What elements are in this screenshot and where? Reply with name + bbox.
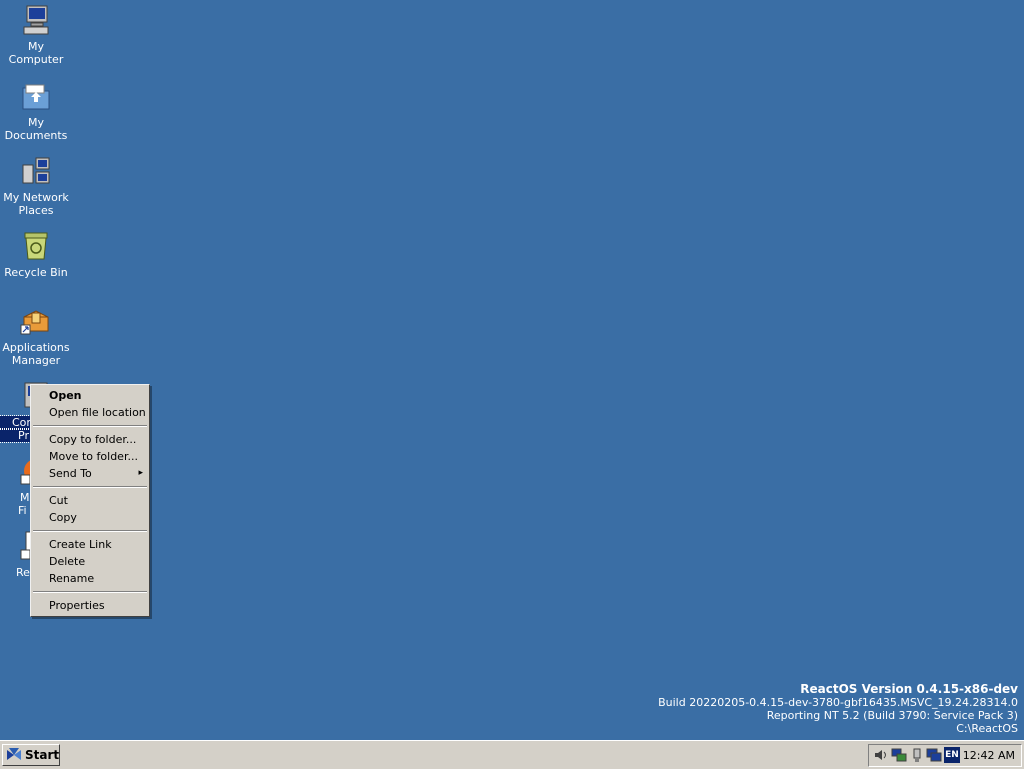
desktop-icon-my-network-places[interactable]: My Network Places — [0, 155, 72, 217]
documents-icon — [22, 84, 50, 110]
clock[interactable]: 12:42 AM — [963, 745, 1015, 766]
start-button[interactable]: Start — [2, 744, 60, 766]
desktop-icon-applications-manager[interactable]: Applications Manager — [0, 305, 72, 367]
computer-icon — [23, 5, 49, 35]
desktop-icon-label: Recycle Bin — [4, 266, 68, 279]
reactos-logo-icon — [7, 748, 21, 760]
desktop[interactable]: My Computer My Documents My Network Plac… — [0, 0, 1024, 740]
start-label: Start — [25, 748, 60, 762]
desktop-icon-my-computer[interactable]: My Computer — [0, 4, 72, 66]
volume-icon[interactable] — [873, 747, 889, 763]
desktop-icon-label: Places — [18, 204, 54, 217]
menu-item-move-to-folder[interactable]: Move to folder... — [31, 448, 149, 465]
menu-item-cut[interactable]: Cut — [31, 492, 149, 509]
menu-item-open-file-location[interactable]: Open file location — [31, 404, 149, 421]
menu-item-create-link[interactable]: Create Link — [31, 536, 149, 553]
network-tray-icon[interactable] — [891, 747, 907, 763]
desktop-icon-label: My — [27, 40, 44, 53]
menu-separator — [33, 425, 147, 427]
usb-icon[interactable] — [909, 747, 925, 763]
menu-item-label: Send To — [49, 467, 92, 480]
menu-item-open[interactable]: Open — [31, 387, 149, 404]
version-title: ReactOS Version 0.4.15-x86-dev — [800, 682, 1018, 696]
menu-separator — [33, 591, 147, 593]
menu-item-copy-to-folder[interactable]: Copy to folder... — [31, 431, 149, 448]
desktop-icon-recycle-bin[interactable]: Recycle Bin — [0, 230, 72, 279]
network-icon — [22, 157, 50, 184]
menu-item-send-to[interactable]: Send To ▸ — [31, 465, 149, 482]
desktop-icon-label: Manager — [11, 354, 61, 367]
menu-separator — [33, 530, 147, 532]
desktop-icon-my-documents[interactable]: My Documents — [0, 80, 72, 142]
desktop-icon-label: My — [27, 116, 44, 129]
menu-item-delete[interactable]: Delete — [31, 553, 149, 570]
desktop-icon-label: My Network — [3, 191, 69, 204]
menu-item-copy[interactable]: Copy — [31, 509, 149, 526]
submenu-arrow-icon: ▸ — [138, 468, 143, 478]
package-icon — [20, 310, 49, 335]
desktop-icon-label: Applications — [2, 341, 70, 354]
system-tray: EN 12:42 AM — [868, 744, 1022, 767]
recycle-bin-icon — [24, 232, 48, 260]
version-reporting: Reporting NT 5.2 (Build 3790: Service Pa… — [766, 709, 1018, 722]
desktop-icon-label: Computer — [8, 53, 64, 66]
menu-separator — [33, 486, 147, 488]
version-info: ReactOS Version 0.4.15-x86-dev Build 202… — [658, 682, 1018, 736]
context-menu: Open Open file location Copy to folder..… — [30, 384, 150, 617]
desktop-icon-label: Documents — [4, 129, 68, 142]
version-build: Build 20220205-0.4.15-dev-3780-gbf16435.… — [658, 696, 1018, 709]
menu-item-properties[interactable]: Properties — [31, 597, 149, 614]
taskbar: Start EN 12:42 AM — [0, 740, 1024, 769]
version-path: C:\ReactOS — [956, 722, 1018, 735]
display-icon[interactable] — [926, 747, 942, 763]
menu-item-rename[interactable]: Rename — [31, 570, 149, 587]
language-indicator[interactable]: EN — [944, 747, 960, 763]
